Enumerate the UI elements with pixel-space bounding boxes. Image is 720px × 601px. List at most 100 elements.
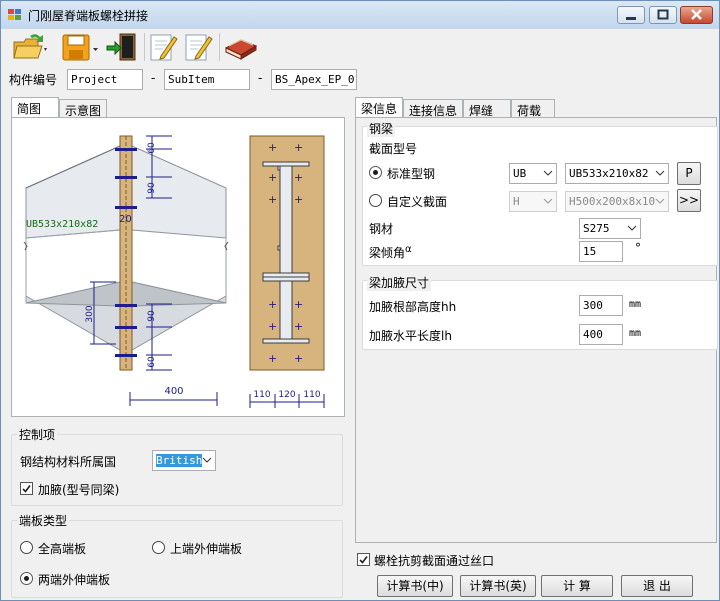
title-bar: 门刚屋脊端板螺栓拼接 — [1, 1, 719, 29]
bolt-mark: + — [294, 141, 303, 154]
standard-type-select[interactable]: UB — [509, 163, 557, 184]
tab-weld[interactable]: 焊缝 — [463, 99, 511, 119]
check-icon — [22, 485, 31, 493]
tab-load[interactable]: 荷载 — [511, 99, 555, 119]
exit-door-icon[interactable] — [105, 32, 139, 62]
dim-300: 300 — [85, 305, 95, 322]
root-height-label: 加腋根部高度hh — [369, 300, 457, 314]
full-height-radio[interactable] — [20, 541, 33, 554]
dim-90-top: 90 — [147, 182, 157, 194]
toolbar-separator — [144, 33, 145, 61]
bolt-mark: + — [294, 352, 303, 365]
chevron-down-icon — [627, 225, 637, 231]
beam-angle-input[interactable]: 15 — [579, 241, 623, 262]
standard-section-select[interactable]: UB533x210x82 — [565, 163, 669, 184]
control-group: 控制项 钢结构材料所属国 British 加腋(型号同梁) — [11, 426, 343, 506]
chevron-down-icon — [202, 457, 212, 463]
open-folder-icon[interactable] — [12, 32, 48, 62]
p-button[interactable]: P — [677, 162, 701, 185]
more-button[interactable]: >> — [677, 189, 701, 212]
thread-shear-label: 螺栓抗剪截面通过丝口 — [374, 554, 495, 568]
bolt-mark: + — [268, 320, 277, 333]
tab-sketch[interactable]: 简图 — [11, 97, 59, 119]
window-title: 门刚屋脊端板螺栓拼接 — [28, 9, 149, 23]
sketch-panel: UB533x210x82 60 90 20 300 90 60 400 + + … — [11, 117, 345, 417]
close-button[interactable] — [680, 6, 713, 24]
component-code-input[interactable]: BS_Apex_EP_01 — [271, 69, 357, 90]
maximize-icon — [657, 9, 669, 20]
dim-60-top: 60 — [147, 142, 157, 154]
bolt-mark: + — [268, 193, 277, 206]
dim-110-left: 110 — [253, 390, 270, 400]
haunch-length-label: 加腋水平长度lh — [369, 329, 452, 343]
beam-angle-label: 梁倾角α — [369, 244, 412, 260]
component-separator: - — [258, 71, 263, 85]
root-height-input[interactable]: 300 — [579, 295, 623, 316]
top-extended-label: 上端外伸端板 — [170, 542, 243, 556]
endplate-type-group: 端板类型 全高端板 上端外伸端板 两端外伸端板 — [11, 512, 343, 598]
standard-section-radio[interactable] — [369, 166, 382, 179]
tab-beam-info[interactable]: 梁信息 — [355, 97, 403, 119]
dim-90-bottom: 90 — [147, 310, 157, 322]
beam-info-panel: 钢梁 截面型号 标准型钢 UB UB533x210x82 P 自定义截面 H H… — [355, 117, 718, 543]
alpha-symbol: α — [405, 244, 412, 255]
standard-section-label: 标准型钢 — [387, 167, 436, 181]
subitem-input[interactable]: SubItem — [164, 69, 250, 90]
degree-unit: ° — [635, 241, 641, 255]
save-icon[interactable] — [60, 32, 102, 62]
steel-grade-select[interactable]: S275 — [579, 218, 641, 239]
bolt-mark: + — [294, 298, 303, 311]
custom-section-value: H500x200x8x10 — [569, 195, 656, 208]
toolbar-separator — [219, 33, 220, 61]
chevron-down-icon — [655, 198, 665, 204]
minimize-button[interactable] — [617, 6, 645, 24]
bolt-mark: + — [294, 193, 303, 206]
edit-2-icon[interactable] — [183, 32, 215, 62]
haunch-checkbox[interactable] — [20, 482, 33, 495]
maximize-button[interactable] — [649, 6, 677, 24]
main-window: 门刚屋脊端板螺栓拼接 构件编号 Project - SubItem - BS_A… — [0, 0, 720, 601]
component-number-label: 构件编号 — [9, 73, 58, 87]
root-height-unit: mm — [629, 299, 642, 310]
steel-grade-value: S275 — [583, 222, 610, 235]
calculate-button[interactable]: 计 算 — [541, 575, 613, 597]
dim-20: 20 — [119, 214, 132, 225]
chevron-down-icon — [655, 170, 665, 176]
exit-button[interactable]: 退 出 — [621, 575, 693, 597]
both-extended-radio[interactable] — [20, 572, 33, 585]
calc-report-en-button[interactable]: 计算书(英) — [460, 575, 536, 597]
dim-110-right: 110 — [303, 390, 320, 400]
dim-60-bottom: 60 — [147, 356, 157, 368]
haunch-size-title: 梁加腋尺寸 — [367, 274, 432, 291]
chevron-down-icon — [543, 198, 553, 204]
check-icon — [359, 556, 368, 564]
section-label: UB533x210x82 — [26, 219, 98, 230]
toolbar — [2, 29, 718, 65]
haunch-length-unit: mm — [629, 328, 642, 339]
minimize-icon — [626, 17, 636, 20]
tab-connection-info[interactable]: 连接信息 — [403, 99, 463, 119]
full-height-label: 全高端板 — [38, 542, 87, 556]
book-icon[interactable] — [223, 32, 259, 62]
section-type-label: 截面型号 — [369, 142, 418, 156]
bolt-mark: + — [268, 141, 277, 154]
edit-icon[interactable] — [148, 32, 180, 62]
custom-section-select[interactable]: H500x200x8x10 — [565, 191, 669, 212]
project-input[interactable]: Project — [67, 69, 143, 90]
bolt-mark: + — [294, 320, 303, 333]
dim-400: 400 — [164, 386, 183, 397]
top-extended-radio[interactable] — [152, 541, 165, 554]
standard-section-value: UB533x210x82 — [569, 167, 649, 180]
calc-report-cn-button[interactable]: 计算书(中) — [377, 575, 453, 597]
dim-120: 120 — [278, 390, 295, 400]
control-group-title: 控制项 — [17, 426, 58, 443]
component-separator: - — [151, 71, 156, 85]
custom-type-select[interactable]: H — [509, 191, 557, 212]
custom-section-radio[interactable] — [369, 194, 382, 207]
bolt-mark: + — [268, 298, 277, 311]
tab-schematic[interactable]: 示意图 — [59, 99, 107, 119]
custom-type-value: H — [513, 195, 520, 208]
haunch-length-input[interactable]: 400 — [579, 324, 623, 345]
thread-shear-checkbox[interactable] — [357, 553, 370, 566]
country-select[interactable]: British — [152, 450, 216, 471]
